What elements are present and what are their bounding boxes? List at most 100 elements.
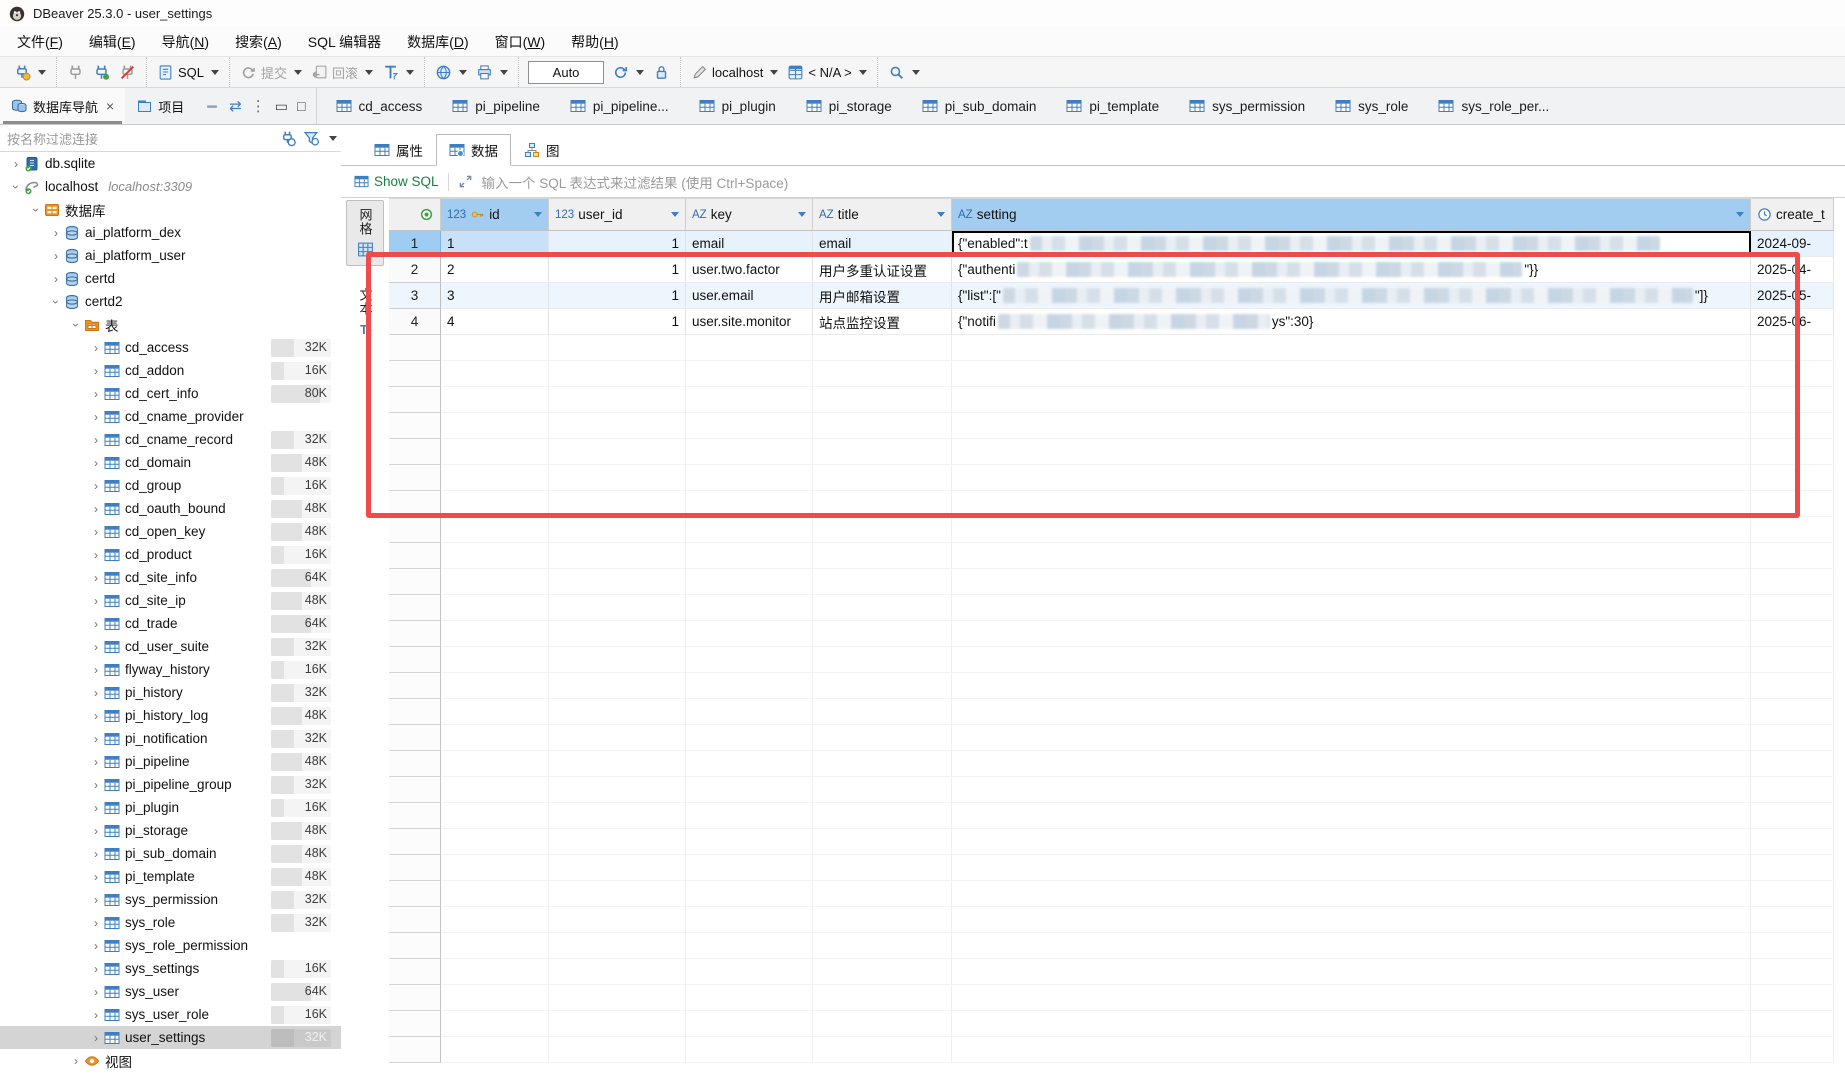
empty-cell[interactable] <box>952 803 1751 829</box>
empty-cell[interactable] <box>1751 881 1834 907</box>
collapse-arrow-icon[interactable]: › <box>49 294 63 310</box>
tree-item-ai_platform_user[interactable]: ›ai_platform_user <box>0 244 341 267</box>
row-number[interactable]: 1 <box>389 231 441 257</box>
expand-arrow-icon[interactable]: › <box>88 571 104 585</box>
empty-cell[interactable] <box>1751 907 1834 933</box>
empty-cell[interactable] <box>686 439 813 465</box>
empty-cell[interactable] <box>813 595 952 621</box>
empty-cell[interactable] <box>549 959 686 985</box>
row-number-empty[interactable] <box>389 647 441 673</box>
expand-arrow-icon[interactable]: › <box>88 985 104 999</box>
row-number[interactable]: 2 <box>389 257 441 283</box>
empty-cell[interactable] <box>1751 517 1834 543</box>
expand-arrow-icon[interactable]: › <box>88 640 104 654</box>
empty-cell[interactable] <box>686 647 813 673</box>
empty-cell[interactable] <box>549 465 686 491</box>
cell-id[interactable]: 1 <box>441 231 549 257</box>
row-number-empty[interactable] <box>389 543 441 569</box>
empty-cell[interactable] <box>813 881 952 907</box>
expand-arrow-icon[interactable]: › <box>88 1008 104 1022</box>
empty-cell[interactable] <box>441 1011 549 1037</box>
empty-cell[interactable] <box>549 985 686 1011</box>
dropdown-caret[interactable] <box>294 70 302 75</box>
empty-cell[interactable] <box>686 1037 813 1063</box>
transaction-mode-button[interactable] <box>378 60 418 84</box>
connection-filter-input[interactable]: 按名称过滤连接 <box>7 129 280 148</box>
cell-title[interactable]: 站点监控设置 <box>813 309 952 335</box>
expand-arrow-icon[interactable]: › <box>68 1054 84 1068</box>
empty-cell[interactable] <box>441 985 549 1011</box>
empty-cell[interactable] <box>549 725 686 751</box>
empty-cell[interactable] <box>441 361 549 387</box>
empty-cell[interactable] <box>952 595 1751 621</box>
empty-cell[interactable] <box>1751 803 1834 829</box>
empty-cell[interactable] <box>549 335 686 361</box>
empty-cell[interactable] <box>813 855 952 881</box>
empty-cell[interactable] <box>686 413 813 439</box>
expand-arrow-icon[interactable]: › <box>88 893 104 907</box>
tree-item-[interactable]: ›表 <box>0 313 341 336</box>
row-number-empty[interactable] <box>389 361 441 387</box>
row-number[interactable]: 3 <box>389 283 441 309</box>
cell-user-id[interactable]: 1 <box>549 309 686 335</box>
empty-cell[interactable] <box>1751 933 1834 959</box>
cell-title[interactable]: 用户多重认证设置 <box>813 257 952 283</box>
empty-cell[interactable] <box>813 621 952 647</box>
expand-arrow-icon[interactable]: › <box>88 525 104 539</box>
empty-cell[interactable] <box>441 621 549 647</box>
empty-cell[interactable] <box>952 543 1751 569</box>
empty-cell[interactable] <box>441 907 549 933</box>
expand-arrow-icon[interactable]: › <box>88 341 104 355</box>
empty-cell[interactable] <box>686 543 813 569</box>
empty-cell[interactable] <box>441 569 549 595</box>
print-button[interactable] <box>472 60 512 84</box>
cell-create-time[interactable]: 2024-09- <box>1751 231 1834 257</box>
empty-cell[interactable] <box>686 751 813 777</box>
editor-tab-sys_permission[interactable]: sys_permission <box>1174 88 1320 124</box>
tree-item-cd_site_info[interactable]: ›cd_site_info64K <box>0 566 341 589</box>
empty-cell[interactable] <box>686 673 813 699</box>
empty-cell[interactable] <box>952 491 1751 517</box>
cell-key[interactable]: user.site.monitor <box>686 309 813 335</box>
connect-icon[interactable] <box>280 130 297 147</box>
empty-cell[interactable] <box>1751 985 1834 1011</box>
empty-cell[interactable] <box>549 517 686 543</box>
close-icon[interactable]: × <box>106 98 114 114</box>
empty-cell[interactable] <box>441 751 549 777</box>
empty-cell[interactable] <box>952 777 1751 803</box>
empty-cell[interactable] <box>441 673 549 699</box>
empty-cell[interactable] <box>686 777 813 803</box>
empty-cell[interactable] <box>686 361 813 387</box>
tree-item-[interactable]: ›数据库 <box>0 198 341 221</box>
minimize-icon[interactable]: ▭ <box>275 99 288 113</box>
row-number-empty[interactable] <box>389 803 441 829</box>
empty-cell[interactable] <box>1751 465 1834 491</box>
editor-tab-pi_pipeline[interactable]: pi_pipeline... <box>555 88 684 124</box>
empty-cell[interactable] <box>1751 829 1834 855</box>
link-editor-icon[interactable]: ⇄ <box>229 99 242 114</box>
row-number-empty[interactable] <box>389 673 441 699</box>
cell-user-id[interactable]: 1 <box>549 257 686 283</box>
empty-cell[interactable] <box>549 855 686 881</box>
menu-item[interactable]: 文件(F) <box>4 27 76 56</box>
row-number-empty[interactable] <box>389 699 441 725</box>
empty-cell[interactable] <box>549 361 686 387</box>
expand-arrow-icon[interactable]: › <box>88 456 104 470</box>
presentation-文本[interactable]: 文本T <box>346 280 384 346</box>
tree-item-pi_history[interactable]: ›pi_history32K <box>0 681 341 704</box>
empty-cell[interactable] <box>1751 673 1834 699</box>
expand-arrow-icon[interactable]: › <box>88 548 104 562</box>
tree-item-cd_oauth_bound[interactable]: ›cd_oauth_bound48K <box>0 497 341 520</box>
tree-item-cd_user_suite[interactable]: ›cd_user_suite32K <box>0 635 341 658</box>
dropdown-caret[interactable] <box>636 70 644 75</box>
active-database-button[interactable]: < N/A > <box>783 60 870 84</box>
empty-cell[interactable] <box>441 491 549 517</box>
empty-cell[interactable] <box>952 829 1751 855</box>
row-number-empty[interactable] <box>389 1011 441 1037</box>
expand-arrow-icon[interactable]: › <box>88 778 104 792</box>
row-number-empty[interactable] <box>389 465 441 491</box>
view-menu-icon[interactable]: ⋮ <box>251 99 266 114</box>
empty-cell[interactable] <box>549 491 686 517</box>
dropdown-caret[interactable] <box>38 70 46 75</box>
empty-cell[interactable] <box>441 959 549 985</box>
